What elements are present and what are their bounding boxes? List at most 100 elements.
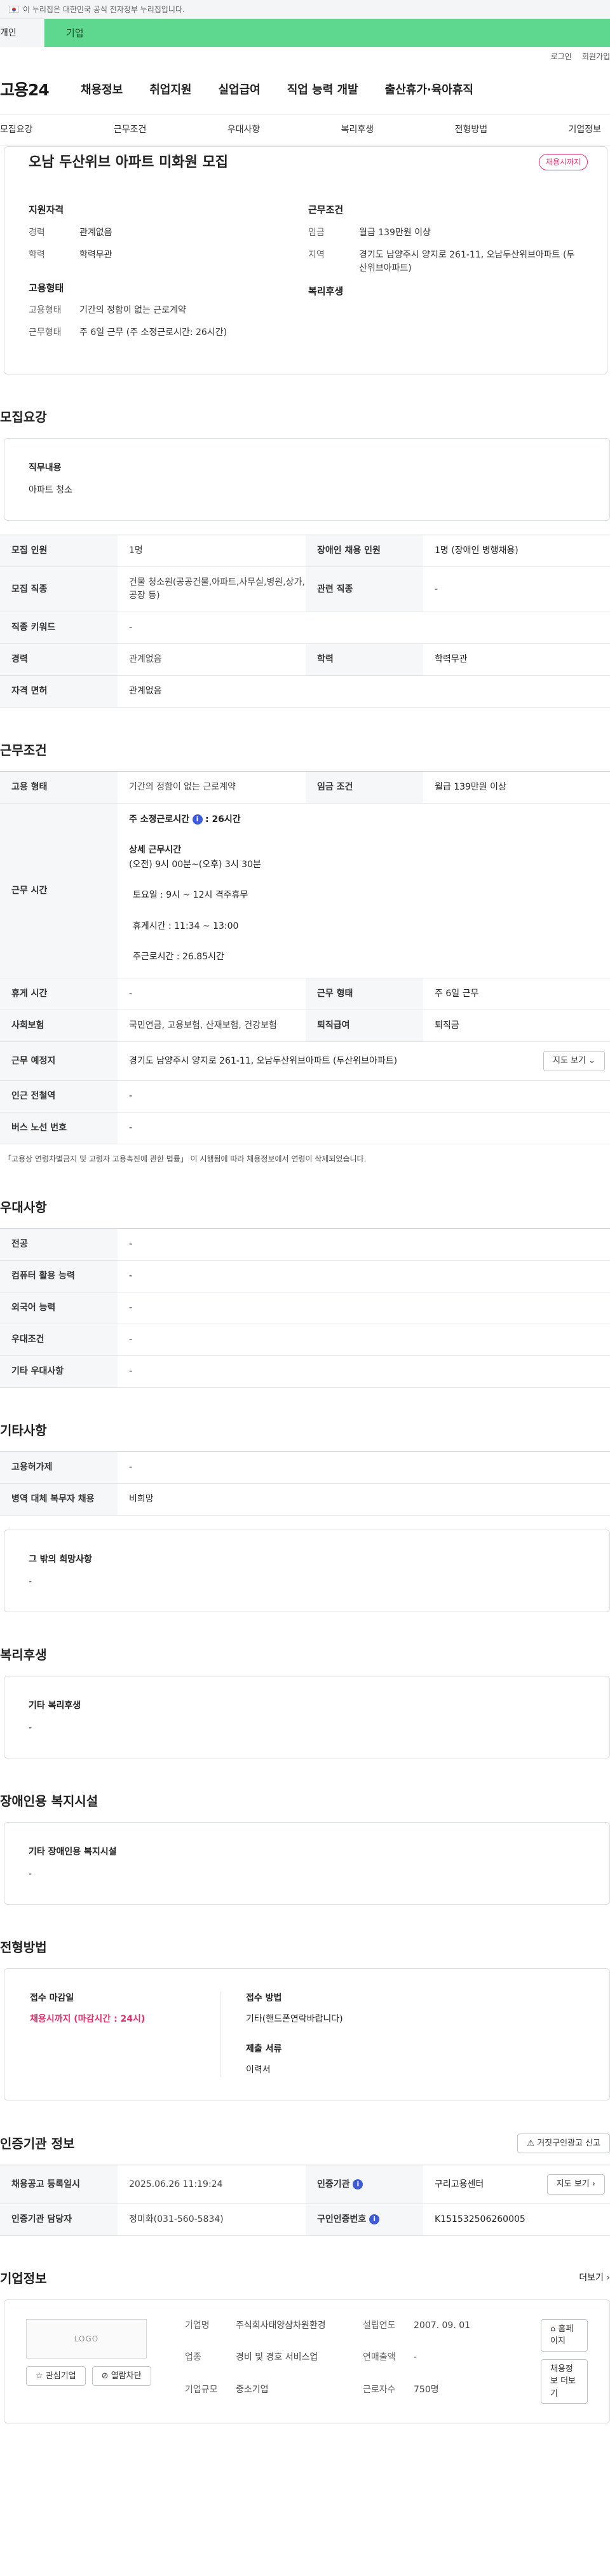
main-nav: 고용24 채용정보 취업지원 실업급여 직업 능력 개발 출산휴가·육아휴직 bbox=[0, 66, 610, 114]
welfare-box: 기타 복리후생 - bbox=[4, 1675, 610, 1758]
cell-value: 정미화(031-560-5834) bbox=[118, 2203, 306, 2236]
disability-section: 장애인용 복지시설 기타 장애인용 복지시설 - bbox=[0, 1792, 610, 1905]
nav-unemployment[interactable]: 실업급여 bbox=[219, 81, 261, 99]
time-line: 주근로시간 : 26.85시간 bbox=[133, 951, 224, 962]
job-summary-card: 오남 두산위브 아파트 미화원 모집 채용시까지 지원자격 경력 관계없음 학력 학… bbox=[4, 146, 607, 374]
cell-value: 기간의 정함이 없는 근로계약 bbox=[118, 771, 306, 804]
info-label: 업종 bbox=[185, 2352, 201, 2363]
anchor-company[interactable]: 기업정보 bbox=[568, 123, 601, 137]
gov-banner: 이 누리집은 대한민국 공식 전자정부 누리집입니다. bbox=[0, 0, 610, 19]
cell-label: 근무 예정지 bbox=[0, 1041, 118, 1081]
map-button-label: 지도 보기 bbox=[556, 2179, 590, 2189]
cell-label: 관련 직종 bbox=[306, 566, 423, 612]
siren-icon: ⚠ bbox=[527, 2138, 535, 2148]
nav-training[interactable]: 직업 능력 개발 bbox=[287, 81, 358, 99]
cond-value: 경기도 남양주시 양지로 261-11, 오남두산위브아파트 (두산위브아파트) bbox=[359, 249, 575, 273]
login-link[interactable]: 로그인 bbox=[551, 51, 572, 62]
block-company-button[interactable]: ⊘ 열람차단 bbox=[92, 2366, 151, 2387]
cond-label: 임금 bbox=[308, 227, 325, 238]
signup-link[interactable]: 회원가입 bbox=[582, 51, 610, 62]
info-icon[interactable]: i bbox=[369, 2214, 380, 2224]
cell-label: 채용공고 등록일시 bbox=[0, 2165, 118, 2204]
chevron-down-icon: ⌄ bbox=[588, 1056, 595, 1066]
anchor-recruit[interactable]: 모집요강 bbox=[0, 123, 33, 137]
age-notice: 「고용상 연령차별금지 및 고령자 고용촉진에 관한 법률」 이 시행됨에 따라… bbox=[4, 1154, 367, 1163]
cond-label: 지역 bbox=[308, 249, 325, 260]
emp-value: 기간의 정함이 없는 근로계약 bbox=[79, 305, 186, 315]
favorite-company-button[interactable]: ☆ 관심기업 bbox=[26, 2366, 86, 2387]
nav-employment-support[interactable]: 취업지원 bbox=[149, 81, 191, 99]
anchor-conditions[interactable]: 근무조건 bbox=[114, 123, 147, 137]
nav-jobs[interactable]: 채용정보 bbox=[81, 81, 123, 99]
nav-leave[interactable]: 출산휴가·육아휴직 bbox=[385, 81, 473, 99]
agency-map-button[interactable]: 지도 보기 › bbox=[546, 2174, 605, 2195]
section-title: 기타사항 bbox=[0, 1422, 47, 1438]
table-row: 모집 직종 건물 청소원(공공건물,아파트,사무실,병원,상가,공장 등) 관련 직… bbox=[0, 566, 610, 612]
report-fake-ad-button[interactable]: ⚠ 거짓구인광고 신고 bbox=[517, 2133, 610, 2154]
tab-business[interactable]: 기업 bbox=[44, 19, 610, 47]
cell-value: 1명 bbox=[118, 535, 306, 567]
method-value: 기타(핸드폰연락바랍니다) bbox=[246, 2013, 343, 2024]
time-line: 토요일 : 9시 ~ 12시 격주휴무 bbox=[133, 890, 248, 901]
cell-value: 퇴직금 bbox=[423, 1010, 610, 1043]
company-section: 기업정보 더보기 › LOGO ☆ 관심기업 ⊘ 열람차단 기업명 주식회사태양삼… bbox=[0, 2269, 610, 2424]
qual-label: 경력 bbox=[29, 227, 45, 238]
info-label: 연매출액 bbox=[363, 2352, 396, 2363]
gov-banner-text: 이 누리집은 대한민국 공식 전자정부 누리집입니다. bbox=[23, 4, 185, 14]
table-row: 고용 형태 기간의 정함이 없는 근로계약 임금 조건 월급 139만원 이상 bbox=[0, 771, 610, 804]
agency-section: 인증기관 정보 ⚠ 거짓구인광고 신고 채용공고 등록일시 2025.06.26 … bbox=[0, 2133, 610, 2236]
method-heading: 접수 방법 bbox=[246, 1992, 282, 2003]
table-row: 전공 - bbox=[0, 1228, 610, 1261]
etc-table: 고용허가제 - 병역 대체 복무자 채용 비희망 bbox=[0, 1451, 610, 1516]
disability-box: 기타 장애인용 복지시설 - bbox=[4, 1821, 610, 1905]
weekly-hours-value: 26시간 bbox=[212, 814, 241, 825]
report-button-label: 거짓구인광고 신고 bbox=[537, 2138, 600, 2148]
info-icon[interactable]: i bbox=[192, 814, 203, 825]
cell-label: 사회보험 bbox=[0, 1010, 118, 1043]
table-row: 인증기관 담당자 정미화(031-560-5834) 구인인증번호 i K151532… bbox=[0, 2203, 610, 2236]
company-more-link[interactable]: 더보기 › bbox=[579, 2271, 610, 2285]
duty-text: 아파트 청소 bbox=[29, 485, 72, 495]
cell-label: 컴퓨터 활용 능력 bbox=[0, 1260, 118, 1292]
company-logo-placeholder: LOGO bbox=[26, 2319, 147, 2359]
table-row: 외국어 능력 - bbox=[0, 1292, 610, 1324]
section-title: 장애인용 복지시설 bbox=[0, 1793, 98, 1809]
company-info-grid: 기업명 주식회사태양삼차원환경 설립연도 2007. 09. 01 ⌂ 홈페이지 채… bbox=[185, 2319, 588, 2404]
tab-personal[interactable]: 개인 bbox=[0, 19, 44, 47]
site-logo[interactable]: 고용24 bbox=[0, 78, 54, 102]
star-icon: ☆ bbox=[36, 2371, 43, 2381]
info-value: 2007. 09. 01 bbox=[414, 2320, 471, 2331]
info-icon[interactable]: i bbox=[353, 2179, 363, 2189]
cell-value: - bbox=[118, 1112, 610, 1144]
homepage-button[interactable]: ⌂ 홈페이지 bbox=[541, 2319, 588, 2352]
duty-heading: 직무내용 bbox=[29, 463, 62, 473]
company-jobs-button[interactable]: 채용정보 더보기 bbox=[541, 2359, 588, 2404]
cell-label: 고용허가제 bbox=[0, 1451, 118, 1484]
cell-label: 외국어 능력 bbox=[0, 1292, 118, 1324]
workplace-address: 경기도 남양주시 양지로 261-11, 오남두산위브아파트 (두산위브아파트) bbox=[129, 1055, 398, 1066]
docs-heading: 제출 서류 bbox=[246, 2043, 282, 2054]
map-button[interactable]: 지도 보기 ⌄ bbox=[543, 1051, 605, 1071]
cell-label: 휴게 시간 bbox=[0, 978, 118, 1011]
anchor-preference[interactable]: 우대사항 bbox=[227, 123, 261, 137]
audience-tabs: 개인 기업 bbox=[0, 19, 610, 47]
emp-label: 근무형태 bbox=[29, 327, 62, 338]
table-row: 근무 시간 주 소정근로시간 i : 26시간 상세 근무시간 (오전) 9시 … bbox=[0, 803, 610, 979]
cell-label: 고용 형태 bbox=[0, 771, 118, 804]
cell-label: 인근 전철역 bbox=[0, 1080, 118, 1113]
cell-label: 경력 bbox=[0, 643, 118, 676]
cond-heading: 근무조건 bbox=[308, 204, 344, 216]
anchor-welfare[interactable]: 복리후생 bbox=[341, 123, 374, 137]
welfare-text: - bbox=[29, 1722, 32, 1733]
cell-value: 국민연금, 고용보험, 산재보험, 건강보험 bbox=[118, 1010, 306, 1043]
cell-value: 2025.06.26 11:19:24 bbox=[118, 2165, 306, 2204]
deadline-badge: 채용시까지 bbox=[538, 154, 588, 170]
anchor-process[interactable]: 전형방법 bbox=[455, 123, 488, 137]
cell-value: - bbox=[118, 1324, 610, 1356]
process-box: 접수 마감일 채용시까지 (마감시간 : 24시) 접수 방법 기타(핸드폰연락… bbox=[4, 1968, 610, 2100]
block-icon: ⊘ bbox=[101, 2371, 109, 2381]
table-row: 고용허가제 - bbox=[0, 1451, 610, 1484]
section-title: 근무조건 bbox=[0, 743, 47, 758]
time-line: 휴게시간 : 11:34 ~ 13:00 bbox=[133, 921, 239, 931]
cell-label: 우대조건 bbox=[0, 1324, 118, 1356]
